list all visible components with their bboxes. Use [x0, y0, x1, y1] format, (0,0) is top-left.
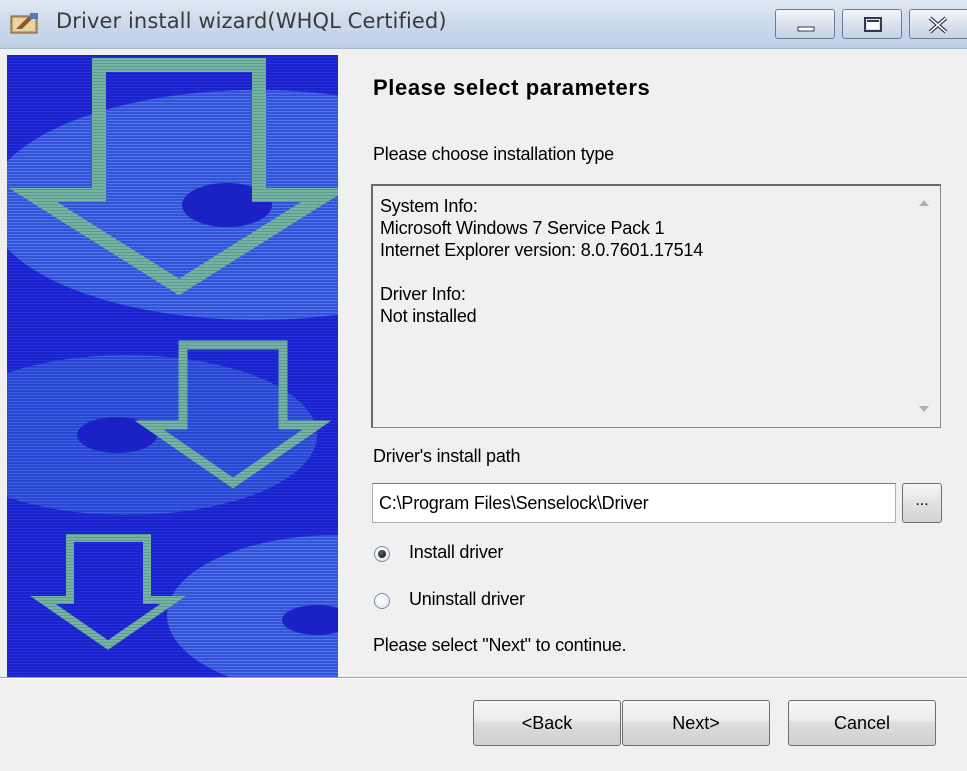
maximize-icon: [864, 17, 882, 32]
close-button[interactable]: [909, 9, 967, 39]
maximize-button[interactable]: [842, 9, 902, 39]
minimize-button[interactable]: [775, 9, 835, 39]
page-heading: Please select parameters: [373, 75, 651, 100]
uninstall-driver-label[interactable]: Uninstall driver: [409, 589, 525, 610]
scroll-up-arrow-icon[interactable]: [908, 190, 940, 216]
continue-hint: Please select "Next" to continue.: [373, 635, 627, 655]
install-driver-radio[interactable]: [374, 546, 390, 562]
install-driver-label[interactable]: Install driver: [409, 542, 503, 563]
system-info-textbox[interactable]: System Info: Microsoft Windows 7 Service…: [371, 184, 941, 428]
footer-divider: [0, 677, 967, 679]
install-path-field[interactable]: [372, 483, 896, 523]
system-info-text: System Info: Microsoft Windows 7 Service…: [380, 195, 703, 327]
install-path-input[interactable]: [373, 484, 895, 522]
minimize-icon: [797, 26, 815, 32]
vertical-scrollbar[interactable]: [908, 186, 940, 426]
back-button[interactable]: <Back: [473, 700, 621, 746]
info-line: Internet Explorer version: 8.0.7601.1751…: [380, 240, 704, 260]
info-line: Not installed: [380, 306, 477, 326]
scroll-down-arrow-icon[interactable]: [908, 396, 940, 422]
driver-wizard-icon[interactable]: [10, 12, 40, 36]
window-title: Driver install wizard(WHQL Certified): [56, 9, 447, 33]
info-line: Microsoft Windows 7 Service Pack 1: [380, 218, 665, 238]
info-line: Driver Info:: [380, 284, 466, 304]
wizard-banner-image: [7, 55, 338, 677]
next-button[interactable]: Next>: [622, 700, 770, 746]
info-line: [380, 261, 703, 283]
cancel-button[interactable]: Cancel: [788, 700, 936, 746]
install-type-label: Please choose installation type: [373, 144, 614, 164]
title-bar: Driver install wizard(WHQL Certified): [0, 0, 967, 49]
info-line: System Info:: [380, 196, 478, 216]
close-icon: [928, 16, 948, 34]
install-path-label: Driver's install path: [373, 446, 521, 466]
browse-button[interactable]: ...: [902, 483, 942, 523]
uninstall-driver-radio[interactable]: [374, 593, 390, 609]
